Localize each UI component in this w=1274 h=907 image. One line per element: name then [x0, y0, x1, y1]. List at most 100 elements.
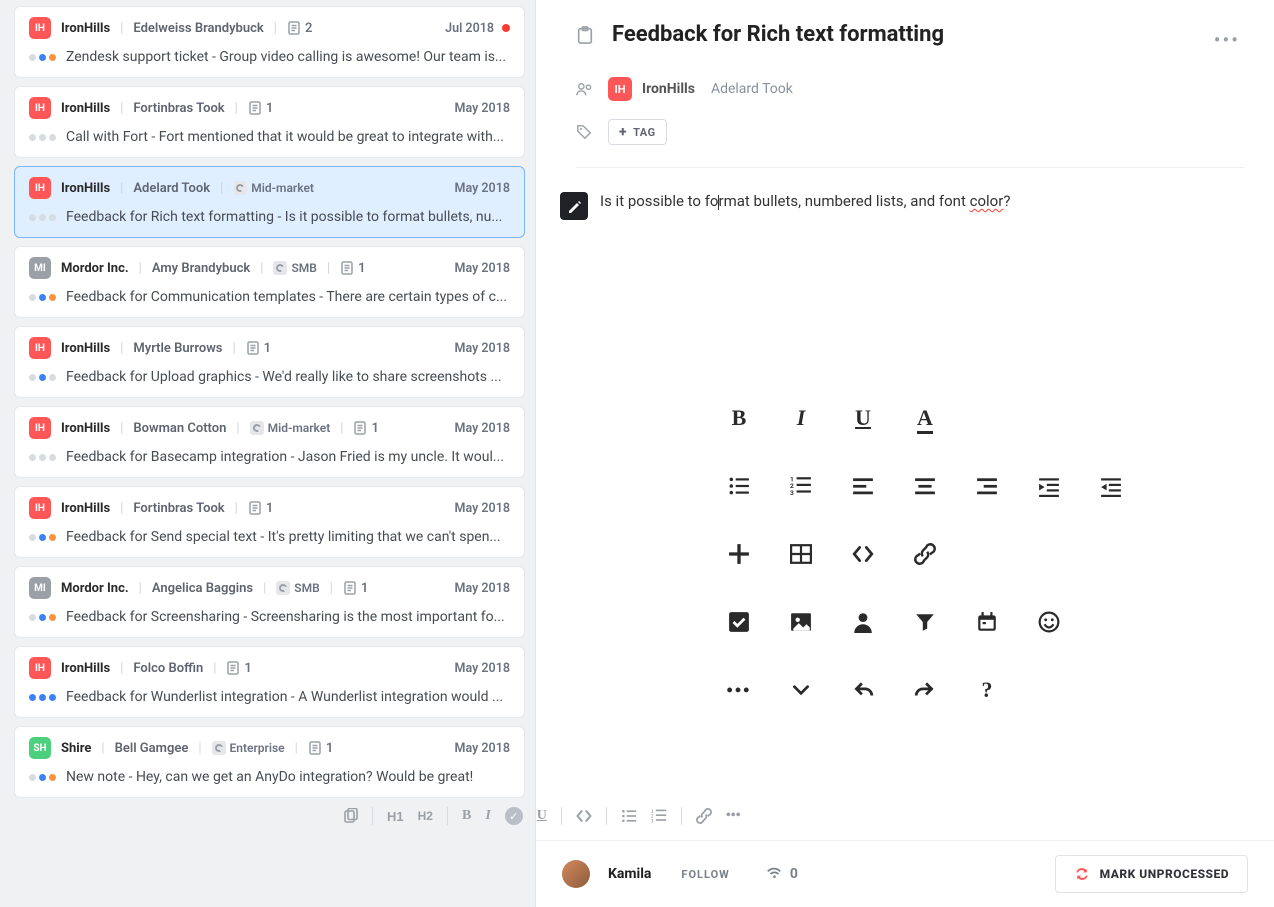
h2-button[interactable]: H2	[418, 809, 433, 823]
number-list-icon[interactable]	[651, 808, 667, 824]
status-dot	[49, 134, 56, 141]
help-button[interactable]: ?	[956, 668, 1018, 712]
status-dot	[49, 774, 56, 781]
toolbar-separator	[372, 807, 373, 825]
note-card[interactable]: IH IronHills | Edelweiss Brandybuck |2 J…	[14, 6, 525, 78]
h1-button[interactable]: H1	[387, 809, 404, 824]
org-name: Mordor Inc.	[61, 581, 129, 596]
table-button[interactable]	[770, 532, 832, 576]
number-list-button[interactable]	[770, 464, 832, 508]
note-summary: New note - Hey, can we get an AnyDo inte…	[66, 769, 510, 785]
segment-icon	[233, 181, 247, 195]
bold-button[interactable]: B	[462, 808, 471, 824]
redo-button[interactable]	[894, 668, 956, 712]
note-card[interactable]: SH Shire | Bell Gamgee |Enterprise |1 Ma…	[14, 726, 525, 798]
note-card[interactable]: MI Mordor Inc. | Amy Brandybuck |SMB |1 …	[14, 246, 525, 318]
body-text-part: ?	[1003, 192, 1010, 210]
follow-button[interactable]: FOLLOW	[681, 868, 729, 881]
expand-button[interactable]	[770, 668, 832, 712]
code-icon[interactable]	[576, 808, 592, 824]
divider	[576, 167, 1244, 168]
insert-button[interactable]	[708, 532, 770, 576]
link-button[interactable]	[894, 532, 956, 576]
avatar[interactable]	[562, 860, 590, 888]
note-body-text[interactable]: Is it possible to format bullets, number…	[600, 192, 1010, 210]
followers-count[interactable]: 0	[766, 866, 798, 882]
status-dot	[29, 454, 36, 461]
code-button[interactable]	[832, 532, 894, 576]
align-left-button[interactable]	[832, 464, 894, 508]
person-button[interactable]	[832, 600, 894, 644]
contact-name[interactable]: Adelard Took	[711, 81, 793, 97]
status-dot	[29, 774, 36, 781]
indent-out-button[interactable]	[1080, 464, 1142, 508]
status-dot	[39, 214, 46, 221]
note-card[interactable]: IH IronHills | Myrtle Burrows |1 May 201…	[14, 326, 525, 398]
status-dot	[29, 614, 36, 621]
image-button[interactable]	[770, 600, 832, 644]
toolbar-separator	[681, 807, 682, 825]
add-tag-button[interactable]: + TAG	[608, 119, 667, 145]
notes-list[interactable]: IH IronHills | Edelweiss Brandybuck |2 J…	[0, 0, 536, 907]
note-card[interactable]: MI Mordor Inc. | Angelica Baggins |SMB |…	[14, 566, 525, 638]
followers-icon	[766, 866, 782, 882]
note-title[interactable]: Feedback for Rich text formatting	[612, 22, 944, 47]
link-icon[interactable]	[696, 808, 712, 824]
bullet-list-icon[interactable]	[621, 808, 637, 824]
status-dot	[39, 454, 46, 461]
body-text-part: Is it possible to fo	[600, 192, 718, 210]
status-dot	[39, 614, 46, 621]
more-icon[interactable]: •••	[726, 808, 741, 824]
spellcheck-word[interactable]: color	[970, 192, 1004, 210]
note-date: May 2018	[455, 421, 510, 436]
mark-unprocessed-button[interactable]: MARK UNPROCESSED	[1055, 855, 1248, 893]
org-badge-icon: IH	[29, 177, 51, 199]
note-count: 1	[343, 581, 368, 596]
note-card[interactable]: IH IronHills | Fortinbras Took |1 May 20…	[14, 86, 525, 158]
status-dot	[29, 54, 36, 61]
status-dot	[49, 614, 56, 621]
note-count: 1	[246, 341, 271, 356]
priority-dots	[29, 54, 56, 61]
bold-button[interactable]: B	[708, 396, 770, 440]
font-color-button[interactable]: A	[894, 396, 956, 440]
org-badge-icon: MI	[29, 257, 51, 279]
org-name: Shire	[61, 741, 91, 756]
underline-button[interactable]: U	[537, 808, 547, 824]
undo-button[interactable]	[832, 668, 894, 712]
bullet-list-button[interactable]	[708, 464, 770, 508]
filter-button[interactable]	[894, 600, 956, 644]
status-dot	[49, 374, 56, 381]
more-options-button[interactable]: •••	[1214, 28, 1240, 52]
underline-button[interactable]: U	[832, 396, 894, 440]
copy-icon[interactable]	[342, 808, 358, 824]
more-formatting-button[interactable]: •••	[708, 668, 770, 712]
align-center-button[interactable]	[894, 464, 956, 508]
contact-name: Bell Gamgee	[115, 741, 189, 756]
align-right-button[interactable]	[956, 464, 1018, 508]
org-chip[interactable]: IH IronHills	[608, 77, 695, 101]
status-dot	[49, 454, 56, 461]
note-card[interactable]: IH IronHills | Folco Boffin |1 May 2018 …	[14, 646, 525, 718]
checkbox-button[interactable]	[708, 600, 770, 644]
org-badge-icon: IH	[608, 77, 632, 101]
italic-button[interactable]: I	[485, 808, 490, 824]
check-icon[interactable]: ✓	[505, 807, 523, 825]
note-card[interactable]: IH IronHills | Adelard Took |Mid-market …	[14, 166, 525, 238]
note-count: 1	[308, 741, 333, 756]
note-card[interactable]: IH IronHills | Fortinbras Took |1 May 20…	[14, 486, 525, 558]
priority-dots	[29, 134, 56, 141]
italic-button[interactable]: I	[770, 396, 832, 440]
note-card[interactable]: IH IronHills | Bowman Cotton |Mid-market…	[14, 406, 525, 478]
note-count: 1	[248, 101, 273, 116]
date-button[interactable]	[956, 600, 1018, 644]
org-badge-icon: IH	[29, 657, 51, 679]
note-date: May 2018	[455, 501, 510, 516]
edit-block-handle[interactable]	[560, 192, 588, 220]
note-summary: Feedback for Rich text formatting - Is i…	[66, 209, 510, 225]
note-date: May 2018	[455, 101, 510, 116]
indent-in-button[interactable]	[1018, 464, 1080, 508]
emoji-button[interactable]	[1018, 600, 1080, 644]
org-name: IronHills	[61, 421, 110, 436]
author-name[interactable]: Kamila	[608, 866, 651, 882]
